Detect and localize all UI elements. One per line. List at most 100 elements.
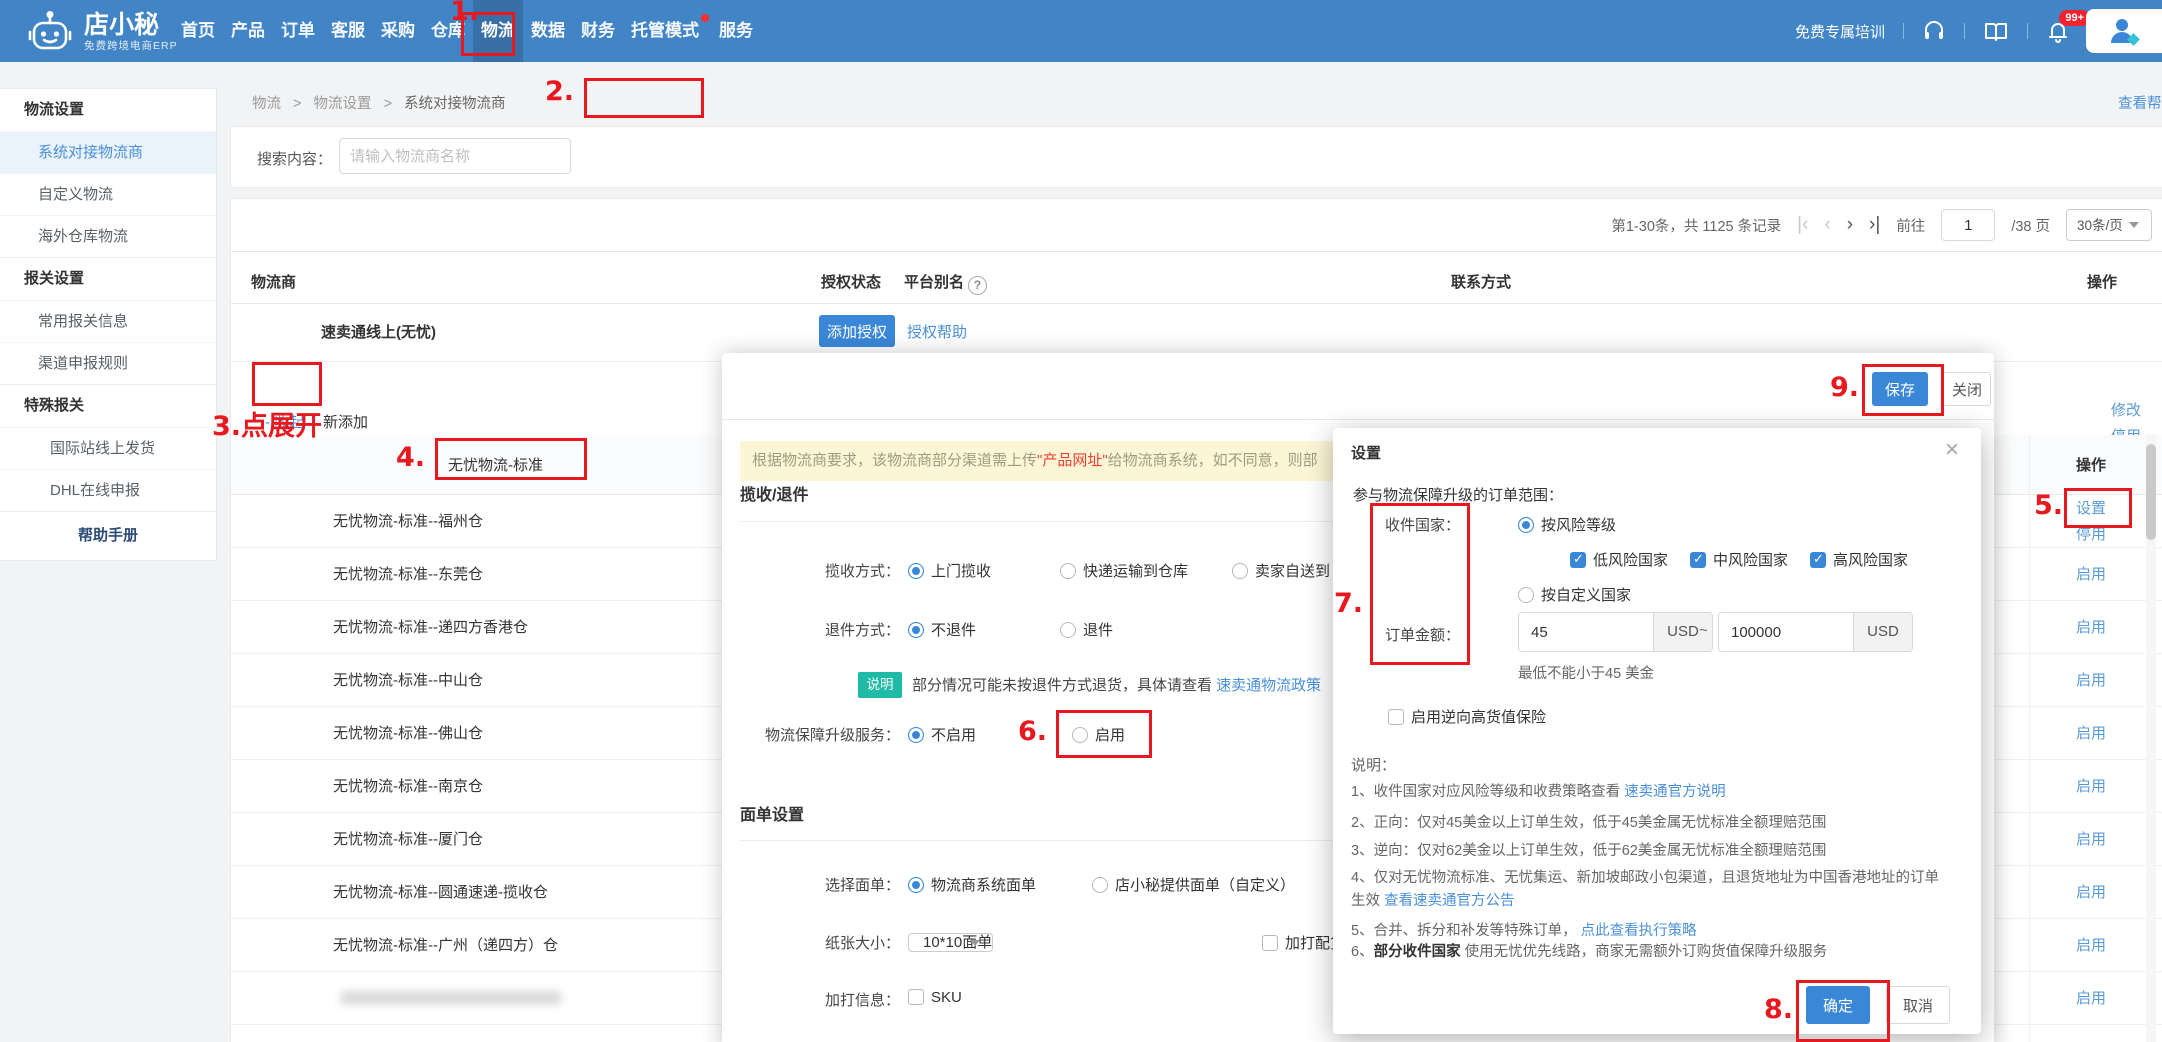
risk-level-radio[interactable]: 按风险等级 <box>1518 514 1616 535</box>
prev-page-icon[interactable]: ‹ <box>1824 214 1830 236</box>
amount-min-input[interactable] <box>1519 613 1653 651</box>
sidebar-item-channel-declare-rules[interactable]: 渠道申报规则 <box>0 342 216 384</box>
radio-on-icon[interactable] <box>908 877 924 893</box>
radio-on-icon[interactable] <box>1518 517 1534 533</box>
channel-enable-link[interactable]: 启用 <box>2041 934 2141 955</box>
high-risk-checkbox[interactable]: 高风险国家 <box>1810 549 1908 570</box>
brand-logo[interactable]: 店小秘 免费跨境电商ERP <box>26 8 178 56</box>
collapse-link[interactable]: - 收起 <box>265 411 304 432</box>
official-note-link[interactable]: 速卖通官方说明 <box>1624 784 1726 800</box>
nav-products[interactable]: 产品 <box>223 0 273 62</box>
mid-risk-checkbox[interactable]: 中风险国家 <box>1690 549 1788 570</box>
page-size-select[interactable]: 30条/页 <box>2066 209 2152 241</box>
first-page-icon[interactable]: |‹ <box>1797 214 1808 236</box>
sidebar-item-overseas-warehouse[interactable]: 海外仓库物流 <box>0 215 216 257</box>
nav-services[interactable]: 服务 <box>711 0 761 62</box>
training-link[interactable]: 免费专属培训 <box>1795 21 1885 42</box>
sidebar-item-customs-info[interactable]: 常用报关信息 <box>0 300 216 342</box>
checkbox-off-icon[interactable] <box>908 989 924 1005</box>
upgrade-option-off[interactable]: 不启用 <box>908 724 976 745</box>
auth-help-link[interactable]: 授权帮助 <box>907 321 967 342</box>
checkbox-on-icon[interactable] <box>1570 552 1586 568</box>
low-risk-checkbox[interactable]: 低风险国家 <box>1570 549 1668 570</box>
search-input[interactable] <box>339 138 571 174</box>
radio-on-icon[interactable] <box>908 727 924 743</box>
channel-enable-link[interactable]: 启用 <box>2041 669 2141 690</box>
nav-purchase[interactable]: 采购 <box>373 0 423 62</box>
channel-enable-link[interactable]: 启用 <box>2041 987 2141 1008</box>
custom-country-radio[interactable]: 按自定义国家 <box>1518 584 1631 605</box>
channel-enable-link[interactable]: 启用 <box>2041 563 2141 584</box>
app-root: 店小秘 免费跨境电商ERP 首页 产品 订单 客服 采购 仓库 物流 数据 财务… <box>0 0 2162 1042</box>
radio-off-icon[interactable] <box>1060 563 1076 579</box>
checkbox-on-icon[interactable] <box>1690 552 1706 568</box>
nav-logistics[interactable]: 物流 <box>473 0 523 62</box>
pickup-option-door[interactable]: 上门揽收 <box>908 560 991 581</box>
nav-home[interactable]: 首页 <box>173 0 223 62</box>
radio-on-icon[interactable] <box>908 563 924 579</box>
help-circle-icon[interactable]: ? <box>968 276 987 295</box>
channel-enable-link[interactable]: 启用 <box>2041 616 2141 637</box>
sidebar-help-manual[interactable]: 帮助手册 <box>0 511 216 560</box>
reverse-insurance-checkbox[interactable]: 启用逆向高货值保险 <box>1388 706 1546 727</box>
channel-stop-link[interactable]: 停用 <box>2041 523 2141 544</box>
nav-finance[interactable]: 财务 <box>573 0 623 62</box>
amount-max-input[interactable] <box>1719 613 1853 651</box>
close-button[interactable]: 关闭 <box>1943 372 1991 406</box>
aliexpress-policy-link[interactable]: 速卖通物流政策 <box>1216 677 1321 694</box>
channel-enable-link[interactable]: 启用 <box>2041 881 2141 902</box>
checkbox-on-icon[interactable] <box>1810 552 1826 568</box>
nav-service[interactable]: 客服 <box>323 0 373 62</box>
radio-off-icon[interactable] <box>1518 587 1534 603</box>
sidebar-item-custom-logistics[interactable]: 自定义物流 <box>0 173 216 215</box>
save-button[interactable]: 保存 <box>1872 372 1928 406</box>
confirm-button[interactable]: 确定 <box>1806 986 1870 1024</box>
pickup-option-self[interactable]: 卖家自送到 <box>1232 560 1330 581</box>
modify-link[interactable]: 修改 <box>2076 399 2162 420</box>
sku-checkbox[interactable]: SKU <box>908 989 962 1006</box>
upgrade-option-on[interactable]: 启用 <box>1072 724 1125 745</box>
checkbox-off-icon[interactable] <box>1388 709 1404 725</box>
radio-off-icon[interactable] <box>1072 727 1088 743</box>
sheet-option-dxm[interactable]: 店小秘提供面单（自定义） <box>1092 874 1295 895</box>
nav-hosting[interactable]: 托管模式 <box>623 0 711 62</box>
radio-off-icon[interactable] <box>1092 877 1108 893</box>
sheet-option-provider[interactable]: 物流商系统面单 <box>908 874 1036 895</box>
scrollbar-thumb[interactable] <box>2146 444 2156 540</box>
official-announcement-link[interactable]: 查看速卖通官方公告 <box>1384 893 1515 909</box>
add-new-link[interactable]: 新添加 <box>323 411 368 432</box>
paper-size-label: 纸张大小： <box>740 932 900 953</box>
book-icon[interactable] <box>1983 19 2009 43</box>
radio-on-icon[interactable] <box>908 622 924 638</box>
sidebar-item-intl-online-shipping[interactable]: 国际站线上发货 <box>0 427 216 469</box>
page-number-input[interactable] <box>1941 209 1995 241</box>
channel-enable-link[interactable]: 启用 <box>2041 722 2141 743</box>
breadcrumb-logistics[interactable]: 物流 <box>252 96 281 112</box>
paper-size-select[interactable]: 10*10面单 <box>908 933 993 952</box>
user-avatar[interactable] <box>2086 9 2162 53</box>
view-help-link[interactable]: 查看帮助 <box>2118 92 2162 113</box>
close-icon[interactable]: × <box>1945 436 1959 464</box>
breadcrumb-logistics-settings[interactable]: 物流设置 <box>314 96 372 112</box>
add-auth-button[interactable]: 添加授权 <box>819 315 895 347</box>
last-page-icon[interactable]: ›| <box>1869 214 1880 236</box>
return-option-no[interactable]: 不退件 <box>908 619 976 640</box>
radio-off-icon[interactable] <box>1232 563 1248 579</box>
nav-warehouse[interactable]: 仓库 <box>423 0 473 62</box>
checkbox-off-icon[interactable] <box>1262 935 1278 951</box>
channel-enable-link[interactable]: 启用 <box>2041 828 2141 849</box>
next-page-icon[interactable]: › <box>1847 214 1853 236</box>
sidebar-item-system-providers[interactable]: 系统对接物流商 <box>0 131 216 173</box>
radio-off-icon[interactable] <box>1060 622 1076 638</box>
execution-policy-link[interactable]: 点此查看执行策略 <box>1581 923 1697 939</box>
channel-enable-link[interactable]: 启用 <box>2041 775 2141 796</box>
headset-icon[interactable] <box>1922 19 1946 43</box>
pickup-option-express[interactable]: 快递运输到仓库 <box>1060 560 1188 581</box>
cancel-button[interactable]: 取消 <box>1886 986 1950 1024</box>
nav-data[interactable]: 数据 <box>523 0 573 62</box>
nav-orders[interactable]: 订单 <box>273 0 323 62</box>
return-option-yes[interactable]: 退件 <box>1060 619 1113 640</box>
sidebar-item-dhl-online-declare[interactable]: DHL在线申报 <box>0 469 216 511</box>
bell-icon[interactable]: 99+ <box>2046 19 2070 43</box>
channel-set-link[interactable]: 设置 <box>2041 497 2141 518</box>
